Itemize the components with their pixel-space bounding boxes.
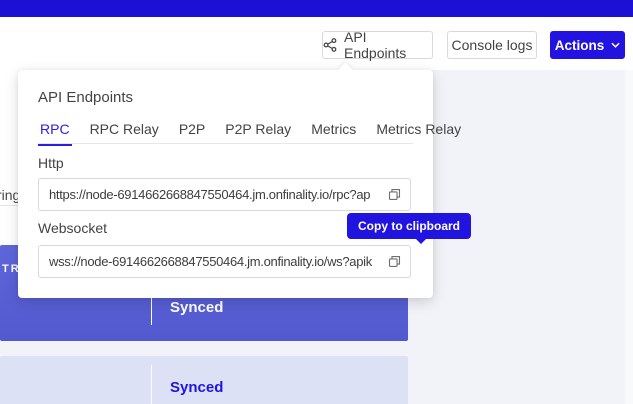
websocket-endpoint-field <box>38 245 411 278</box>
node-row-unselected[interactable]: Synced <box>0 356 408 404</box>
tabs-divider <box>38 143 413 144</box>
cell-divider <box>151 365 152 404</box>
api-endpoints-button-label: API Endpoints <box>344 29 432 61</box>
api-endpoints-popover: API Endpoints RPC RPC Relay P2P P2P Rela… <box>18 70 433 298</box>
copy-websocket-button[interactable] <box>382 250 406 274</box>
actions-button-label: Actions <box>555 38 605 53</box>
popover-title: API Endpoints <box>38 89 133 106</box>
copy-http-button[interactable] <box>382 183 406 207</box>
scrollbar-track[interactable] <box>625 70 633 404</box>
console-logs-button[interactable]: Console logs <box>447 31 537 59</box>
copy-tooltip-label: Copy to clipboard <box>358 219 460 233</box>
status-badge: Synced <box>170 299 223 316</box>
tooltip-arrow <box>415 238 427 244</box>
copy-tooltip: Copy to clipboard <box>347 213 471 239</box>
console-logs-button-label: Console logs <box>452 37 533 53</box>
share-alt-icon <box>323 38 337 52</box>
page-header: API Endpoints Console logs Actions <box>0 17 633 70</box>
websocket-endpoint-input[interactable] <box>39 254 382 269</box>
http-label: Http <box>38 155 64 171</box>
cell-divider <box>151 298 152 325</box>
chevron-down-icon <box>611 42 620 48</box>
http-endpoint-input[interactable] <box>39 187 382 202</box>
http-endpoint-field <box>38 178 411 211</box>
actions-button[interactable]: Actions <box>550 31 625 59</box>
websocket-label: Websocket <box>38 220 107 236</box>
top-app-bar <box>0 0 633 17</box>
api-endpoints-button[interactable]: API Endpoints <box>322 31 433 59</box>
status-badge: Synced <box>170 379 223 396</box>
